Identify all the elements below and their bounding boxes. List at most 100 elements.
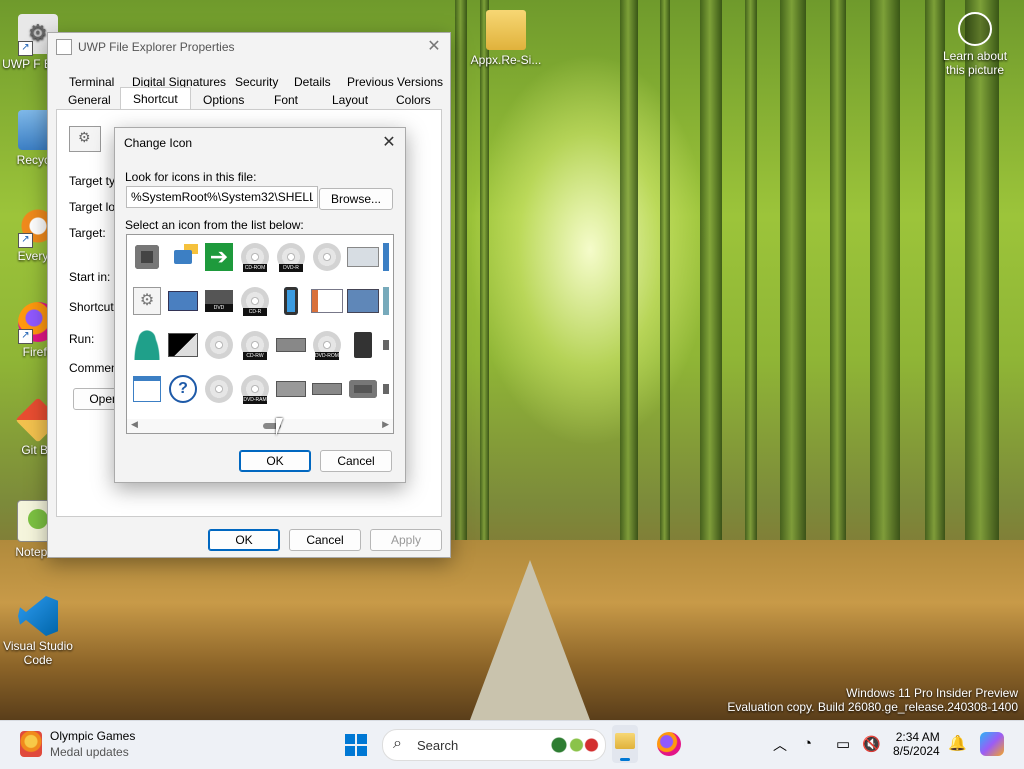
document-card-icon[interactable]: [311, 285, 343, 317]
clock[interactable]: 2:34 AM 8/5/2024: [893, 730, 940, 758]
mobile-device-icon[interactable]: [275, 285, 307, 317]
notification-bell-icon[interactable]: 🔔: [948, 734, 967, 752]
speaker-muted-icon[interactable]: 🔇: [862, 735, 881, 753]
widget-subtitle[interactable]: Medal updates: [50, 745, 129, 759]
disc-help-icon[interactable]: [203, 373, 235, 405]
dialog-ok-button[interactable]: OK: [239, 450, 311, 472]
dialog-cancel-button[interactable]: Cancel: [320, 450, 392, 472]
monitor-icon[interactable]: [347, 285, 379, 317]
search-window-icon[interactable]: [131, 373, 163, 405]
folder-icon: [486, 10, 526, 50]
icon-file-path-input[interactable]: [126, 186, 318, 208]
bamboo-stalk: [780, 0, 806, 560]
horizontal-scrollbar[interactable]: ◀ ▶: [127, 419, 393, 433]
clock-time: 2:34 AM: [895, 730, 940, 744]
hard-drive-icon[interactable]: [311, 373, 343, 405]
bamboo-stalk: [965, 0, 999, 560]
disc-tag: DVD-RAM: [243, 396, 267, 404]
removable-drive-icon[interactable]: [275, 373, 307, 405]
drive-icon[interactable]: [275, 329, 307, 361]
tab-colors[interactable]: Colors: [396, 93, 431, 107]
display-settings-icon[interactable]: ▭: [836, 735, 850, 753]
cd-rw-icon[interactable]: CD-RW: [239, 329, 271, 361]
shortcut-icon: ⚙: [69, 126, 101, 152]
scroll-right-icon[interactable]: ▶: [382, 419, 389, 430]
field-label-run: Run:: [69, 332, 95, 346]
dialog-close-button[interactable]: ✕: [379, 133, 399, 153]
camera-icon[interactable]: [347, 373, 379, 405]
dvd-drive-icon[interactable]: DVD: [203, 285, 235, 317]
close-button[interactable]: ✕: [424, 37, 444, 57]
network-help-icon[interactable]: [167, 241, 199, 273]
mouse-cursor: [276, 418, 283, 436]
desktop-icon-label: Appx.Re-Si...: [470, 53, 542, 67]
tab-details[interactable]: Details: [294, 75, 331, 89]
tab-security[interactable]: Security: [235, 75, 278, 89]
disc-tag: CD-RW: [243, 352, 267, 360]
green-arrow-icon[interactable]: ➔: [203, 241, 235, 273]
learn-about-picture[interactable]: Learn about this picture: [934, 12, 1016, 77]
disc-tag: CD-ROM: [243, 264, 267, 272]
properties-cancel-button[interactable]: Cancel: [289, 529, 361, 551]
active-indicator: [620, 758, 630, 761]
build-watermark: Windows 11 Pro Insider Preview Evaluatio…: [727, 686, 1018, 714]
blank-disc-icon[interactable]: [311, 241, 343, 273]
camera-info-icon: [958, 12, 992, 46]
shortcut-arrow-icon: ↗: [18, 329, 33, 344]
desktop-icon-label: Visual Studio Code: [3, 639, 73, 667]
tab-previous-versions[interactable]: Previous Versions: [347, 75, 443, 89]
music-disc-icon[interactable]: [203, 329, 235, 361]
partial-icon[interactable]: [383, 329, 389, 361]
file-explorer-taskbar-button[interactable]: [612, 725, 638, 763]
partial-icon[interactable]: [383, 373, 389, 405]
drive-bay-icon[interactable]: [347, 241, 379, 273]
bamboo-stalk: [745, 0, 757, 560]
dvd-rom-icon[interactable]: DVD-ROM: [311, 329, 343, 361]
help-icon[interactable]: ?: [167, 373, 199, 405]
tab-general[interactable]: General: [68, 93, 111, 107]
bamboo-stalk: [700, 0, 722, 560]
dvd-r-icon[interactable]: DVD-R: [275, 241, 307, 273]
copilot-icon[interactable]: [980, 732, 1004, 756]
taskbar-search-box[interactable]: ⌕ Search: [382, 729, 606, 761]
tab-options[interactable]: Options: [203, 93, 244, 107]
show-hidden-icons-chevron-icon[interactable]: ︿: [773, 735, 787, 755]
bamboo-stalk: [830, 0, 846, 560]
taskbar: Olympic Games Medal updates ⌕ Search ︿ ◔…: [0, 720, 1024, 769]
browse-button[interactable]: Browse...: [319, 188, 393, 210]
keyboard-icon[interactable]: [167, 285, 199, 317]
widget-title[interactable]: Olympic Games: [50, 729, 135, 743]
properties-apply-button[interactable]: Apply: [370, 529, 442, 551]
user-icon[interactable]: [131, 329, 163, 361]
properties-ok-button[interactable]: OK: [208, 529, 280, 551]
dvd-ram-icon[interactable]: DVD-RAM: [239, 373, 271, 405]
tab-layout[interactable]: Layout: [332, 93, 368, 107]
tab-font[interactable]: Font: [274, 93, 298, 107]
shortcut-arrow-icon: ↗: [18, 41, 33, 56]
display-icon[interactable]: [167, 329, 199, 361]
bamboo-stalk: [660, 0, 670, 560]
cd-r-icon[interactable]: CD-R: [239, 285, 271, 317]
watermark-line: Windows 11 Pro Insider Preview: [846, 686, 1018, 700]
cdrom-icon[interactable]: CD-ROM: [239, 241, 271, 273]
change-icon-dialog: Change Icon ✕ Look for icons in this fil…: [114, 127, 406, 483]
icon-list[interactable]: ➔ CD-ROM DVD-R ⚙ DVD CD-R CD-RW DVD-ROM …: [126, 234, 394, 434]
desktop-icon-vscode[interactable]: Visual Studio Code: [0, 596, 76, 667]
network-icon[interactable]: ◔: [803, 735, 812, 752]
bamboo-stalk: [925, 0, 945, 560]
firefox-taskbar-icon[interactable]: [657, 732, 681, 756]
start-button[interactable]: [345, 734, 367, 756]
weather-widget-icon[interactable]: [20, 731, 42, 757]
memory-card-icon[interactable]: [347, 329, 379, 361]
learn-about-label: Learn about this picture: [942, 49, 1008, 77]
desktop-icon-folder[interactable]: Appx.Re-Si...: [468, 10, 544, 67]
vscode-icon: [18, 596, 58, 636]
partial-icon[interactable]: [383, 285, 389, 317]
speaker-icon[interactable]: [131, 241, 163, 273]
tab-shortcut[interactable]: Shortcut: [120, 87, 191, 110]
partial-icon[interactable]: [383, 241, 389, 273]
disc-tag: DVD-R: [279, 264, 303, 272]
scroll-left-icon[interactable]: ◀: [131, 419, 138, 430]
settings-icon[interactable]: ⚙: [131, 285, 163, 317]
tab-terminal[interactable]: Terminal: [69, 75, 114, 89]
